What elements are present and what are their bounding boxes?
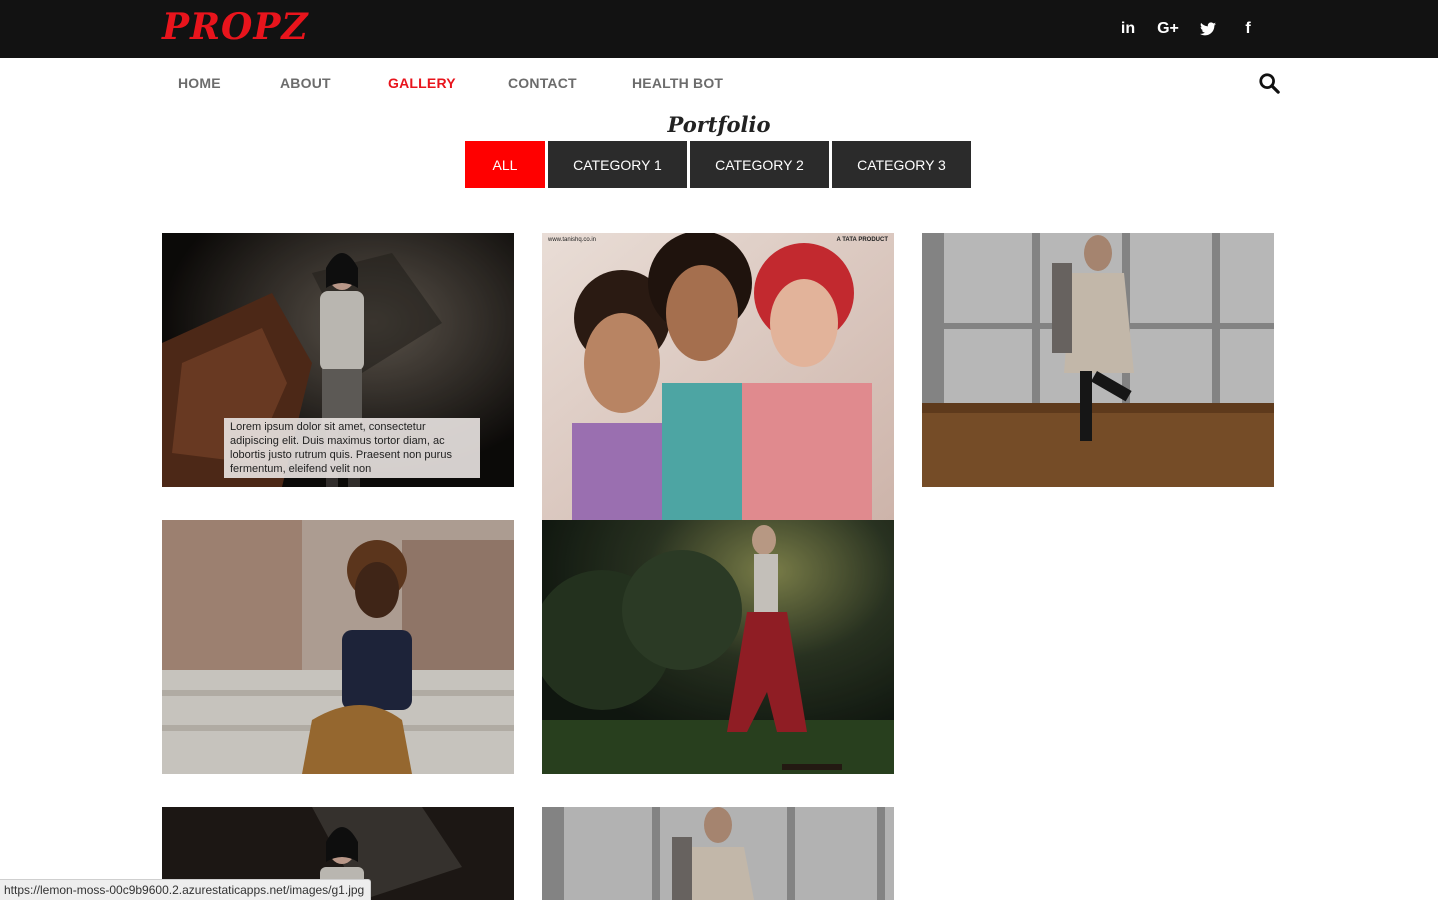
browser-status-url: https://lemon-moss-00c9b9600.2.azurestat…: [0, 879, 372, 900]
filter-category-3-button[interactable]: CATEGORY 3: [832, 141, 971, 188]
image-overlay: [162, 520, 514, 774]
site-logo[interactable]: PROPZ: [162, 6, 309, 48]
nav-item-gallery[interactable]: GALLERY: [388, 75, 456, 91]
nav-item-about[interactable]: ABOUT: [280, 75, 331, 91]
portfolio-title: Portfolio: [667, 112, 771, 137]
filter-category-2-button[interactable]: CATEGORY 2: [690, 141, 829, 188]
nav-item-home[interactable]: HOME: [178, 75, 221, 91]
filter-all-button[interactable]: ALL: [465, 141, 545, 188]
gallery-image-woman-by-window[interactable]: [922, 233, 1274, 487]
gallery-image-woman-standing-dark[interactable]: Lorem ipsum dolor sit amet, consectetur …: [162, 233, 514, 487]
gallery-image-woman-on-skateboard[interactable]: [542, 520, 894, 774]
photo-scene: [542, 233, 894, 520]
image-overlay: [542, 807, 894, 900]
facebook-icon[interactable]: f: [1228, 16, 1268, 42]
image-caption: Lorem ipsum dolor sit amet, consectetur …: [224, 418, 480, 478]
google-plus-icon[interactable]: G+: [1148, 16, 1188, 42]
gallery-image-three-women[interactable]: www.tanishq.co.in A TATA PRODUCT: [542, 233, 894, 520]
image-overlay: [922, 233, 1274, 487]
image-overlay: [542, 520, 894, 774]
search-icon[interactable]: [1258, 72, 1282, 96]
nav-item-contact[interactable]: CONTACT: [508, 75, 577, 91]
filter-category-1-button[interactable]: CATEGORY 1: [548, 141, 687, 188]
main-nav: HOME ABOUT GALLERY CONTACT HEALTH BOT: [162, 58, 1282, 108]
watermark-left: www.tanishq.co.in: [548, 237, 597, 243]
twitter-icon[interactable]: [1188, 16, 1228, 42]
social-links: in G+ f: [1108, 16, 1268, 42]
top-bar: PROPZ in G+ f: [0, 0, 1438, 58]
category-filters: ALL CATEGORY 1 CATEGORY 2 CATEGORY 3: [465, 141, 971, 188]
nav-item-health-bot[interactable]: HEALTH BOT: [632, 75, 723, 91]
linkedin-icon[interactable]: in: [1108, 16, 1148, 42]
watermark-right: A TATA PRODUCT: [836, 237, 888, 243]
gallery-image-woman-on-bench[interactable]: [162, 520, 514, 774]
gallery-image-woman-by-window-2[interactable]: [542, 807, 894, 900]
